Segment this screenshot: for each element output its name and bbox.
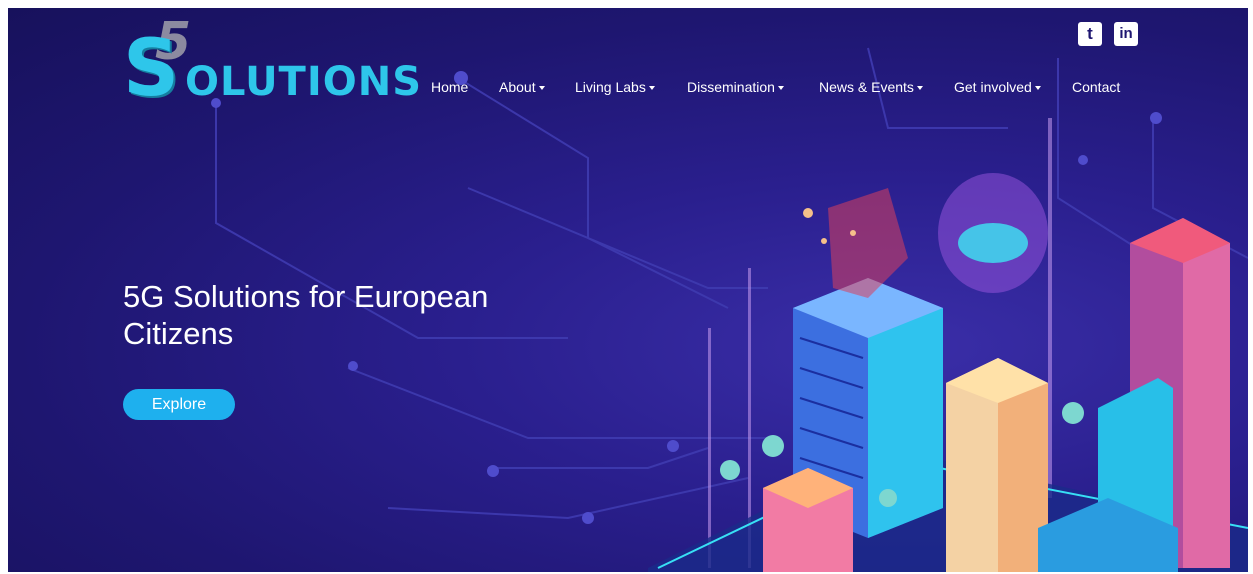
nav-get-involved-label: Get involved [954, 79, 1032, 95]
logo-s-mark: S [123, 24, 179, 114]
nav-dissemination[interactable]: Dissemination [687, 79, 784, 95]
nav-living-labs-label: Living Labs [575, 79, 646, 95]
nav-contact-label: Contact [1072, 79, 1121, 95]
twitter-icon[interactable]: t [1078, 22, 1102, 46]
nav-news-events[interactable]: News & Events [819, 79, 923, 95]
nav-get-involved[interactable]: Get involved [954, 79, 1041, 95]
caret-down-icon [777, 86, 784, 91]
caret-down-icon [648, 86, 655, 91]
nav-home[interactable]: Home [431, 79, 468, 95]
site-logo[interactable]: 5 S OLUTIONS [123, 12, 421, 114]
nav-about[interactable]: About [499, 79, 545, 95]
nav-home-label: Home [431, 79, 469, 95]
nav-dissemination-label: Dissemination [687, 79, 775, 95]
logo-wordmark: OLUTIONS [185, 59, 423, 105]
linkedin-icon[interactable]: in [1114, 22, 1138, 46]
caret-down-icon [916, 86, 923, 91]
hero-title: 5G Solutions for European Citizens [123, 279, 489, 351]
nav-contact[interactable]: Contact [1072, 79, 1120, 95]
nav-news-events-label: News & Events [819, 79, 914, 95]
hero-section: 5 S OLUTIONS t in Home About Living Labs… [8, 8, 1248, 572]
explore-button[interactable]: Explore [123, 389, 235, 420]
caret-down-icon [1034, 86, 1041, 91]
nav-about-label: About [499, 79, 536, 95]
nav-living-labs[interactable]: Living Labs [575, 79, 655, 95]
caret-down-icon [538, 86, 545, 91]
